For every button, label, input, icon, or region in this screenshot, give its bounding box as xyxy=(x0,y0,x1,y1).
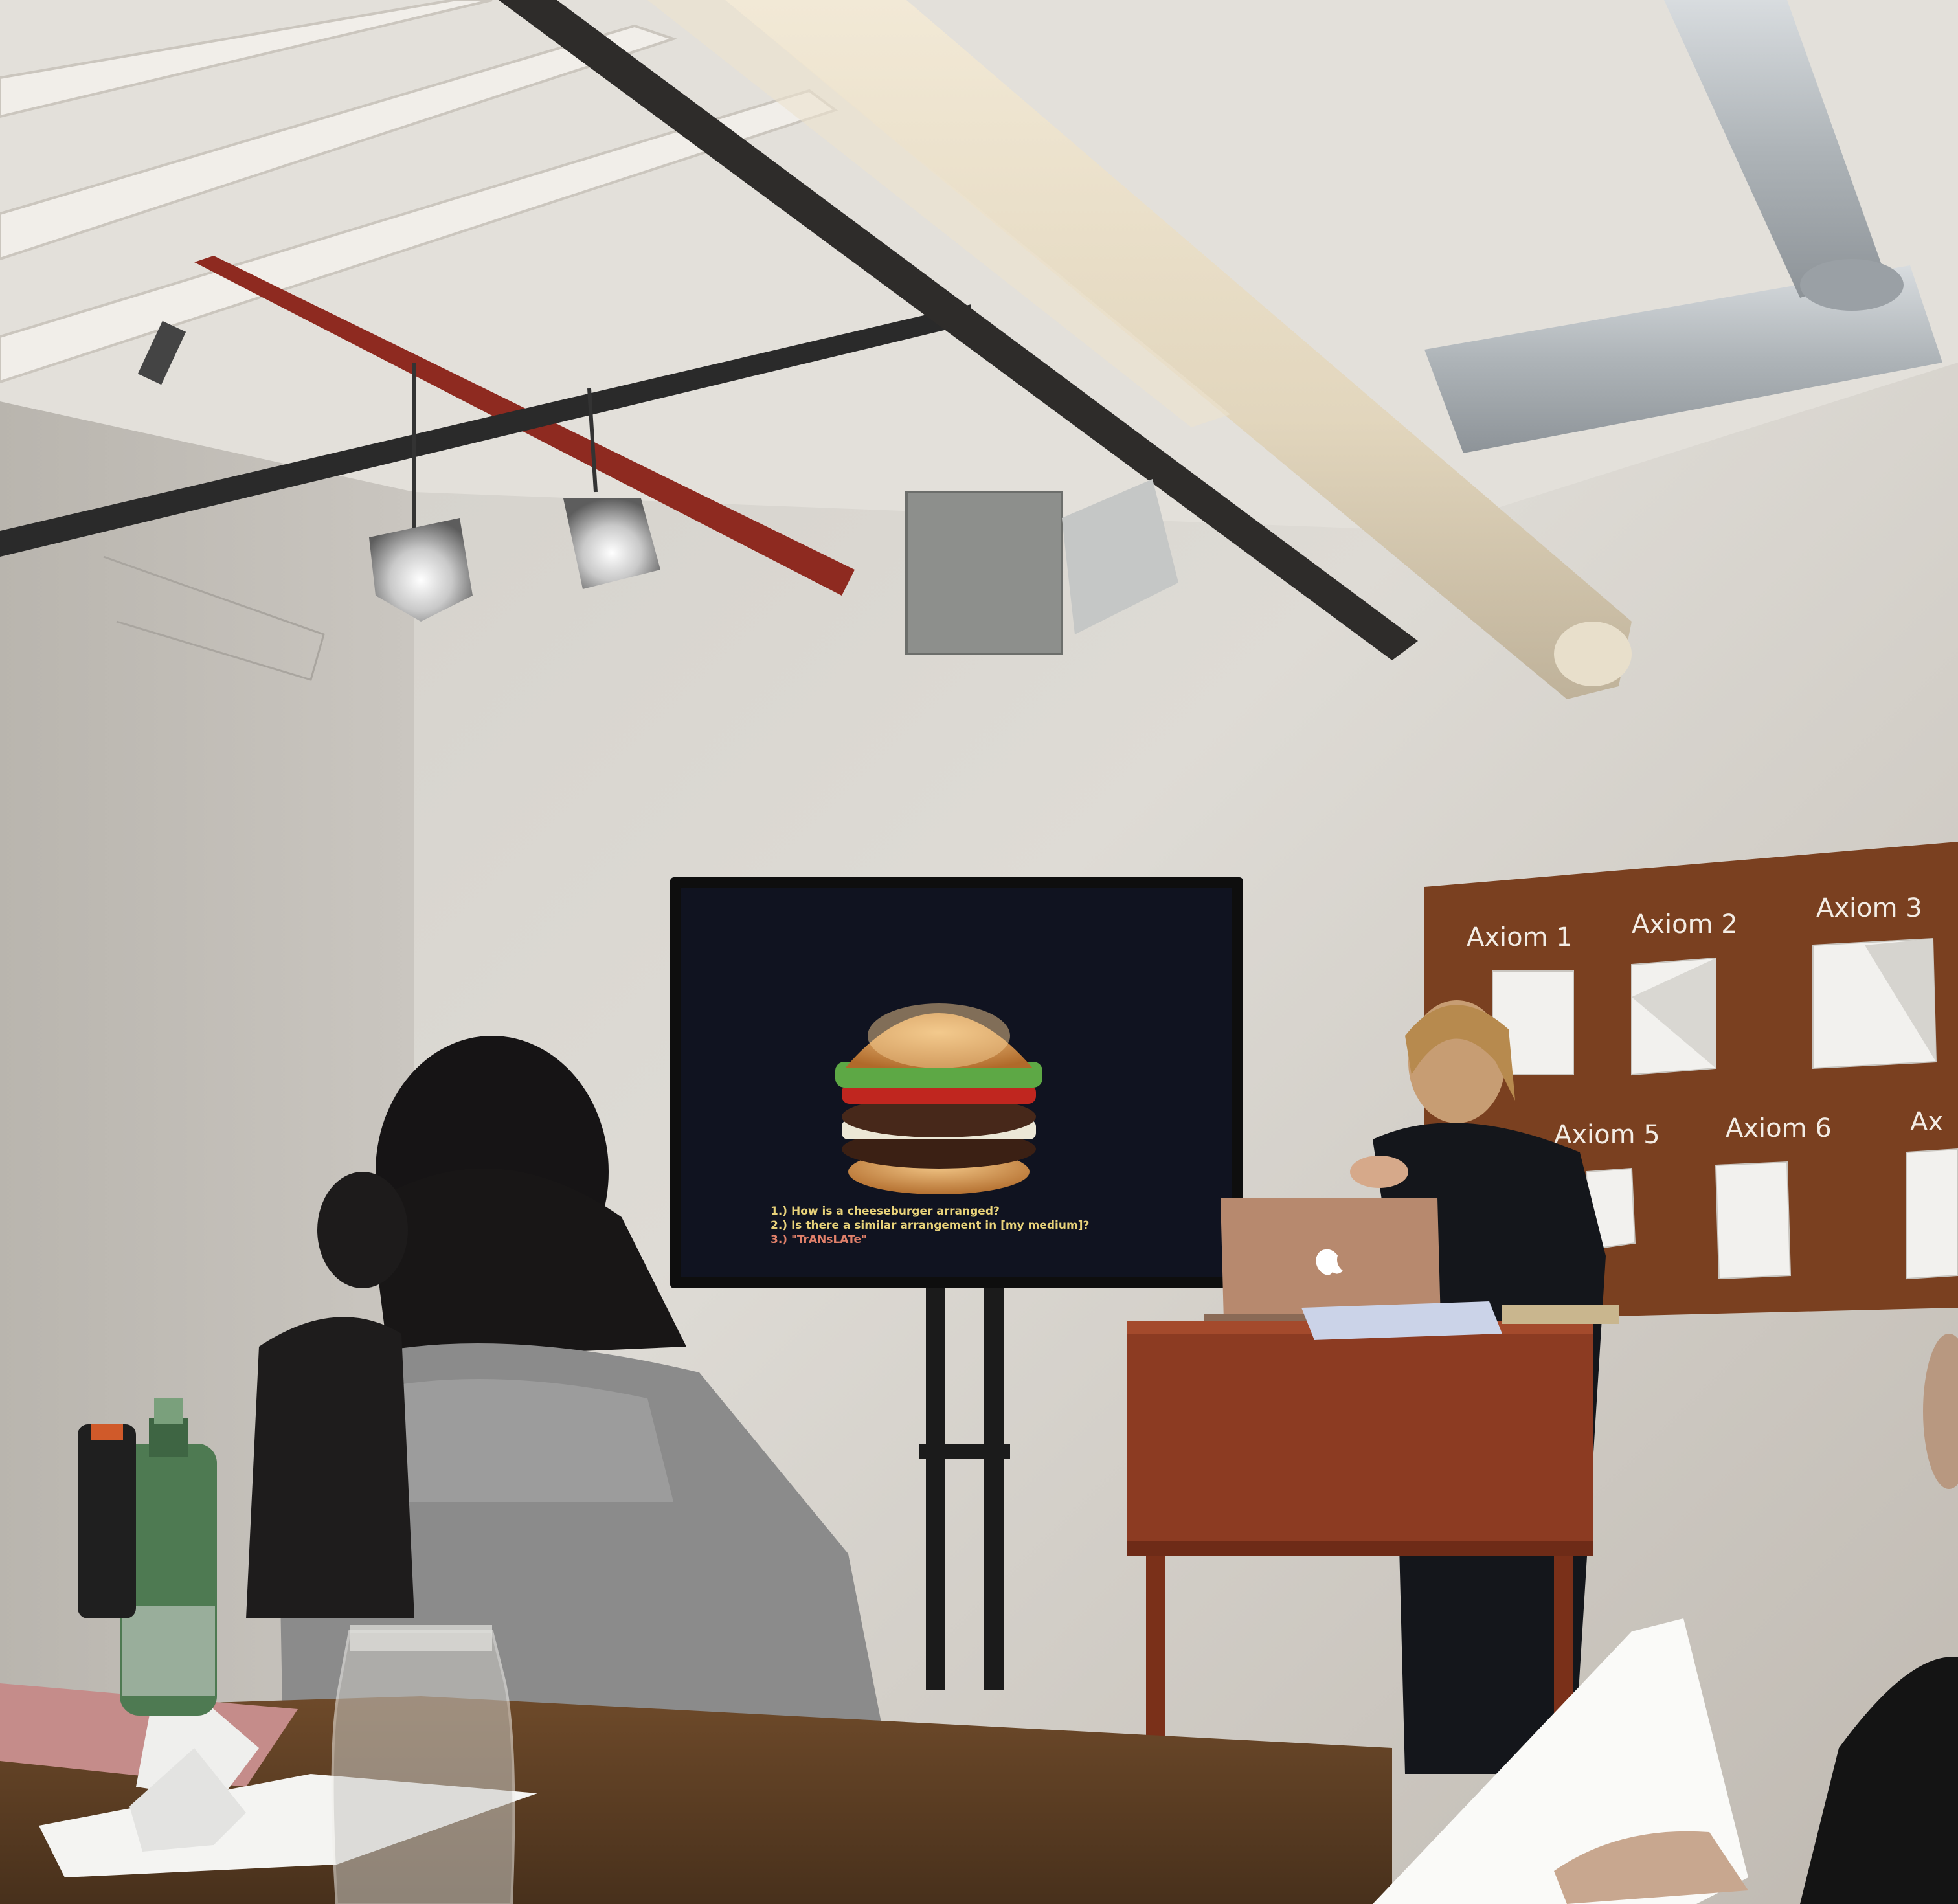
screen-slide-text: 1.) How is a cheeseburger arranged? 2.) … xyxy=(771,1204,1185,1247)
screen-line-3: 3.) "TrANsLATe" xyxy=(771,1233,867,1246)
axiom-label-3: Axiom 3 xyxy=(1816,893,1922,923)
axiom-label-2: Axiom 2 xyxy=(1632,910,1738,939)
axiom-label-6: Axiom 6 xyxy=(1726,1114,1832,1143)
axiom-label-5: Axiom 5 xyxy=(1554,1120,1660,1150)
scene-illustration xyxy=(0,0,1958,1904)
screen-line-1: 1.) How is a cheeseburger arranged? xyxy=(771,1205,1000,1218)
axiom-label-partial: Ax xyxy=(1910,1107,1944,1137)
axiom-label-1: Axiom 1 xyxy=(1467,923,1573,952)
classroom-photo: 1.) How is a cheeseburger arranged? 2.) … xyxy=(0,0,1958,1904)
screen-line-2: 2.) Is there a similar arrangement in [m… xyxy=(771,1219,1090,1232)
